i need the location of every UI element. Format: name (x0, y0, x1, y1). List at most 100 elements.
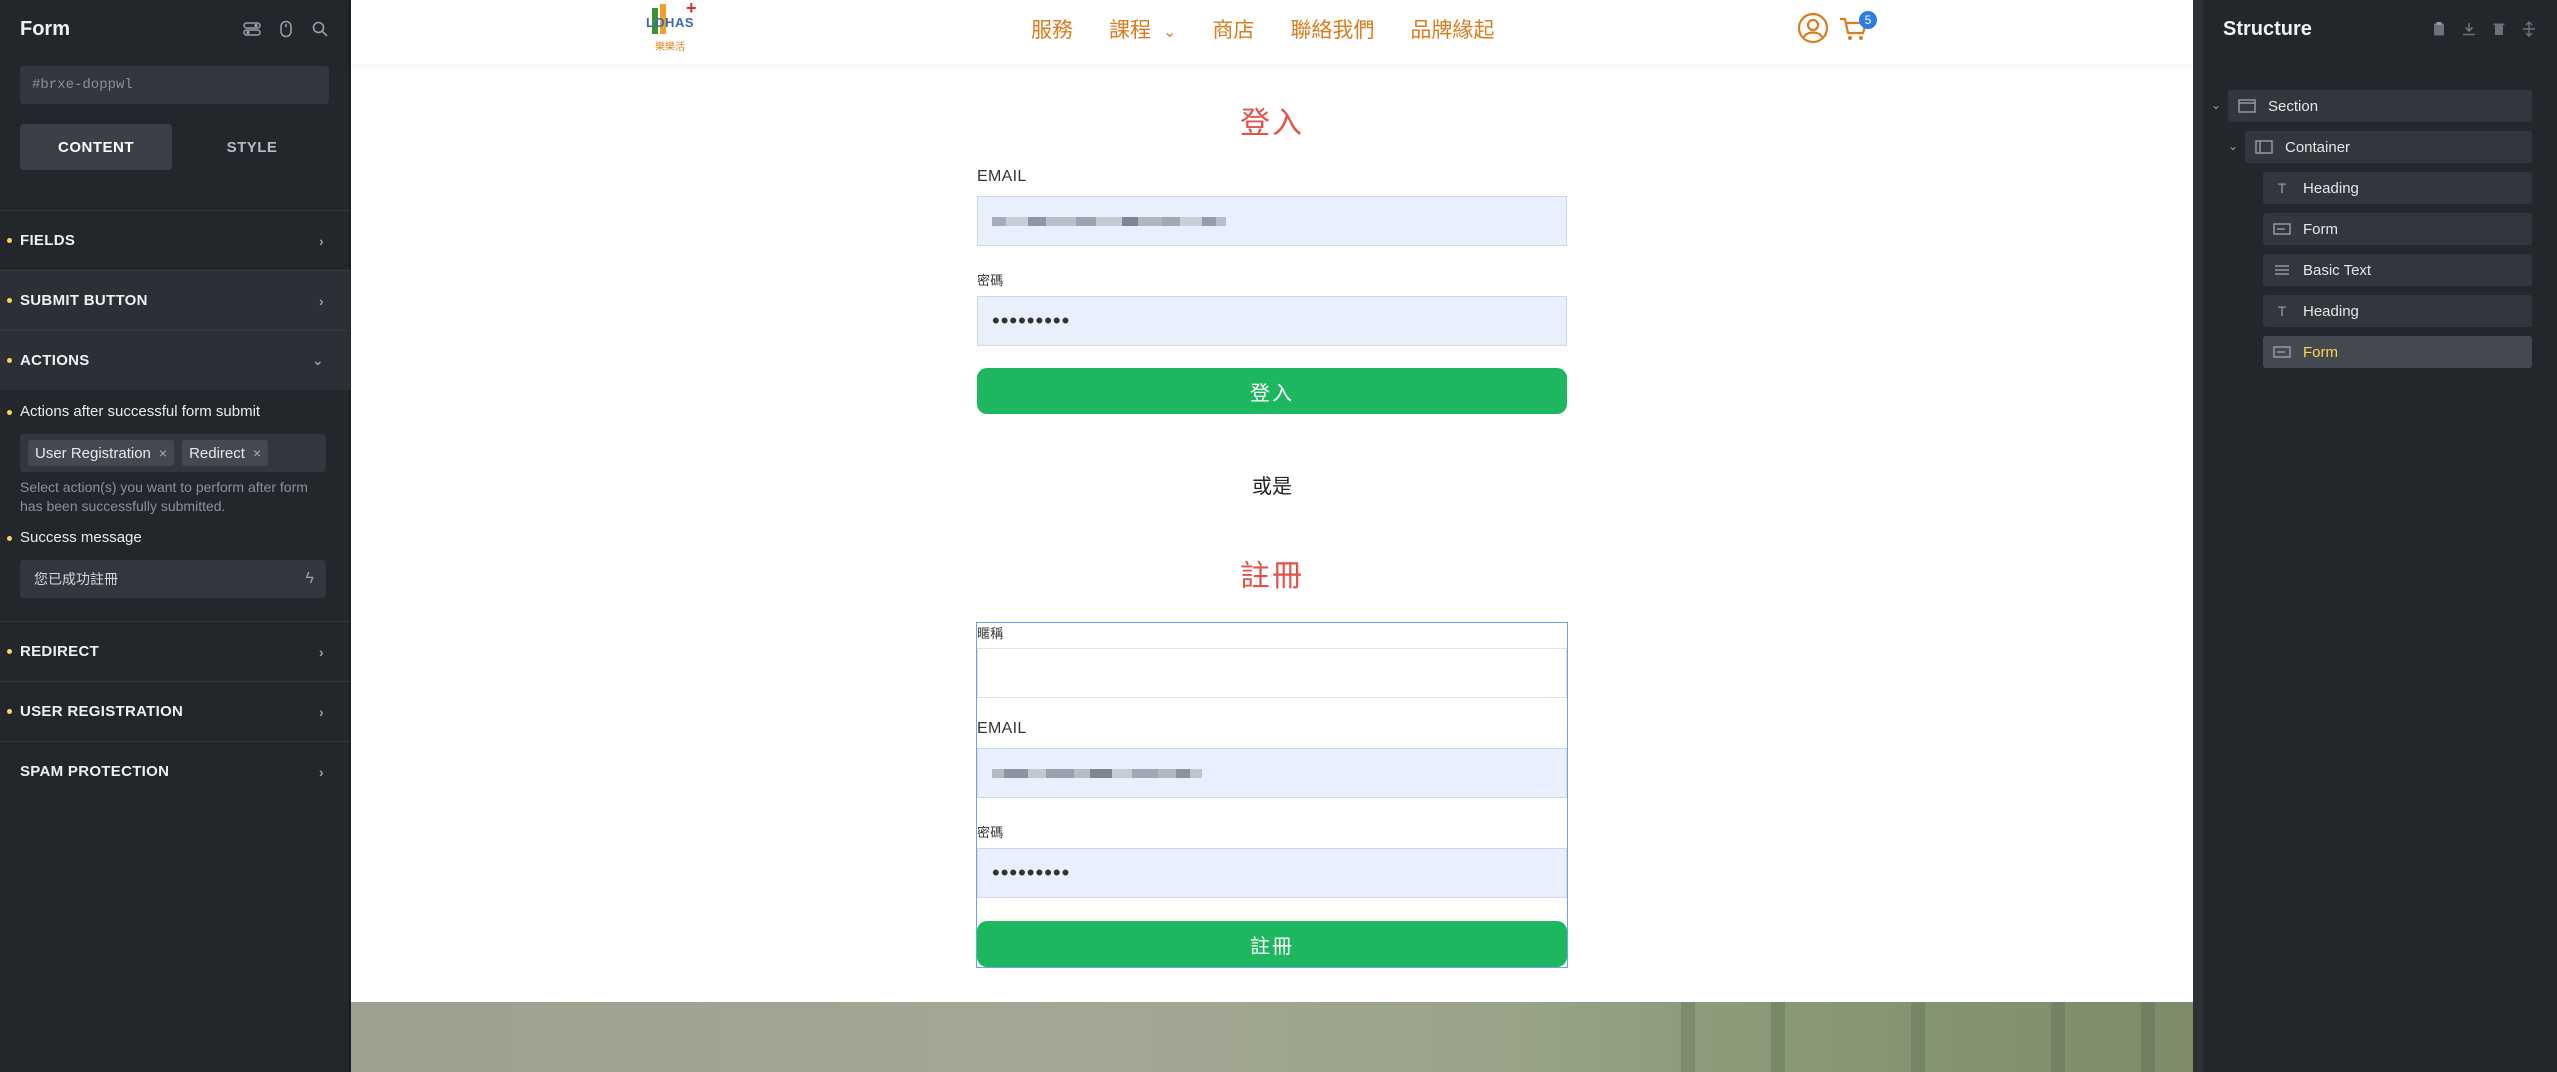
clipboard-icon[interactable] (2431, 21, 2447, 37)
structure-node-heading[interactable]: T Heading (2263, 172, 2532, 204)
structure-node-section[interactable]: Section (2228, 90, 2532, 122)
section-submit-button[interactable]: SUBMIT BUTTON › (0, 270, 350, 330)
login-heading: 登入 (1240, 107, 1304, 140)
menu-item-shop[interactable]: 商店 (1212, 14, 1254, 44)
section-label: ACTIONS (20, 352, 90, 369)
chevron-down-icon[interactable]: ⌄ (2228, 139, 2238, 153)
structure-node-heading[interactable]: T Heading (2263, 295, 2532, 327)
node-label: Heading (2303, 179, 2359, 197)
register-password-label: 密碼 (977, 825, 1004, 840)
success-message-input[interactable]: 您已成功註冊 ϟ (20, 560, 326, 598)
toggle-icon[interactable] (243, 20, 261, 38)
success-label-text: Success message (20, 529, 142, 546)
actions-select[interactable]: User Registration × Redirect × (20, 434, 326, 472)
section-label: FIELDS (20, 232, 76, 249)
modified-dot (7, 536, 12, 541)
login-button[interactable]: 登入 (977, 368, 1567, 414)
login-email-input[interactable] (977, 196, 1567, 246)
chevron-right-icon: › (319, 643, 324, 660)
redacted-email (992, 766, 1202, 780)
remove-icon[interactable]: × (253, 445, 261, 461)
panel-header: Form (0, 0, 349, 58)
settings-tabs: CONTENT STYLE (20, 124, 329, 170)
element-id-field[interactable]: #brxe-doppwl (20, 66, 329, 104)
site-logo[interactable]: LOHAS + 樂樂活 (644, 0, 697, 54)
chevron-right-icon: › (319, 703, 324, 720)
download-icon[interactable] (2461, 21, 2477, 37)
action-tag-label: Redirect (189, 444, 245, 462)
structure-panel: Structure ⌄ Section ⌄ Container T Headin… (2193, 0, 2557, 1072)
chevron-right-icon: › (319, 292, 324, 309)
user-icon[interactable] (1797, 12, 1829, 44)
login-password-label: 密碼 (977, 273, 1004, 288)
structure-title: Structure (2223, 17, 2312, 40)
actions-label: Actions after successful form submit (7, 403, 260, 420)
tab-style[interactable]: STYLE (176, 124, 328, 170)
node-label: Basic Text (2303, 261, 2372, 279)
chevron-down-icon: ⌄ (1163, 24, 1177, 41)
register-email-label: EMAIL (977, 720, 1027, 737)
structure-node-container[interactable]: Container (2245, 131, 2532, 163)
section-label: REDIRECT (20, 643, 100, 660)
menu-item-courses[interactable]: 課程 ⌄ (1109, 14, 1176, 44)
logo-subtext: 樂樂活 (655, 42, 685, 53)
register-email-input[interactable] (977, 748, 1567, 798)
collapse-icon[interactable] (2521, 21, 2537, 37)
section-label: SUBMIT BUTTON (20, 292, 148, 309)
node-label: Form (2303, 220, 2338, 238)
remove-icon[interactable]: × (159, 445, 167, 461)
bamboo-stalk (1911, 1002, 1925, 1072)
menu-item-services[interactable]: 服務 (1031, 14, 1073, 44)
element-settings-panel: Form #brxe-doppwl CONTENT STYLE FIELDS ›… (0, 0, 350, 1072)
section-spam-protection[interactable]: SPAM PROTECTION › (0, 741, 350, 801)
section-icon (2238, 99, 2256, 113)
panel-title: Form (20, 17, 70, 40)
nickname-label: 暱稱 (977, 626, 1004, 641)
login-password-input[interactable]: ••••••••• (977, 296, 1567, 346)
mouse-icon[interactable] (277, 20, 295, 38)
nickname-input[interactable] (977, 648, 1567, 698)
chevron-right-icon: › (319, 763, 324, 780)
section-actions[interactable]: ACTIONS ⌄ (0, 330, 350, 390)
action-tag-label: User Registration (35, 444, 151, 462)
section-redirect[interactable]: REDIRECT › (0, 621, 350, 681)
or-divider-text: 或是 (1252, 476, 1292, 498)
modified-dot (7, 358, 12, 363)
section-user-registration[interactable]: USER REGISTRATION › (0, 681, 350, 741)
modified-dot (7, 649, 12, 654)
structure-node-form[interactable]: Form (2263, 213, 2532, 245)
actions-help-text: Select action(s) you want to perform aft… (20, 479, 308, 514)
logo-plus-icon: + (686, 0, 697, 18)
menu-item-brand-story[interactable]: 品牌緣起 (1410, 14, 1494, 44)
bamboo-stalk (1681, 1002, 1695, 1072)
tab-content[interactable]: CONTENT (20, 124, 172, 170)
section-fields[interactable]: FIELDS › (0, 210, 350, 270)
structure-node-basic-text[interactable]: Basic Text (2263, 254, 2532, 286)
register-button[interactable]: 註冊 (977, 921, 1567, 967)
structure-node-form-selected[interactable]: Form (2263, 336, 2532, 368)
bamboo-stalk (2051, 1002, 2065, 1072)
menu-item-contact[interactable]: 聯絡我們 (1290, 14, 1374, 44)
trash-icon[interactable] (2491, 21, 2507, 37)
register-heading: 註冊 (1240, 560, 1304, 593)
search-icon[interactable] (311, 20, 329, 38)
cart-count-badge: 5 (1859, 11, 1877, 29)
login-email-label: EMAIL (977, 168, 1027, 185)
redacted-email (992, 214, 1226, 228)
action-tag[interactable]: User Registration × (28, 440, 175, 466)
section-label: USER REGISTRATION (20, 703, 184, 720)
modified-dot (7, 709, 12, 714)
main-menu: 服務 課程 ⌄ 商店 聯絡我們 品牌緣起 (1031, 0, 1494, 58)
dynamic-data-icon[interactable]: ϟ (306, 570, 314, 588)
heading-icon: T (2277, 180, 2287, 196)
success-message-value: 您已成功註冊 (34, 571, 118, 587)
node-label: Container (2285, 138, 2351, 156)
bamboo-stalk (2141, 1002, 2155, 1072)
footer-bamboo-image (351, 1002, 2193, 1072)
menu-item-label: 課程 (1109, 19, 1151, 42)
action-tag[interactable]: Redirect × (182, 440, 269, 466)
form-icon (2273, 222, 2291, 236)
form-icon (2273, 345, 2291, 359)
register-password-input[interactable]: ••••••••• (977, 848, 1567, 898)
chevron-down-icon[interactable]: ⌄ (2211, 98, 2221, 112)
